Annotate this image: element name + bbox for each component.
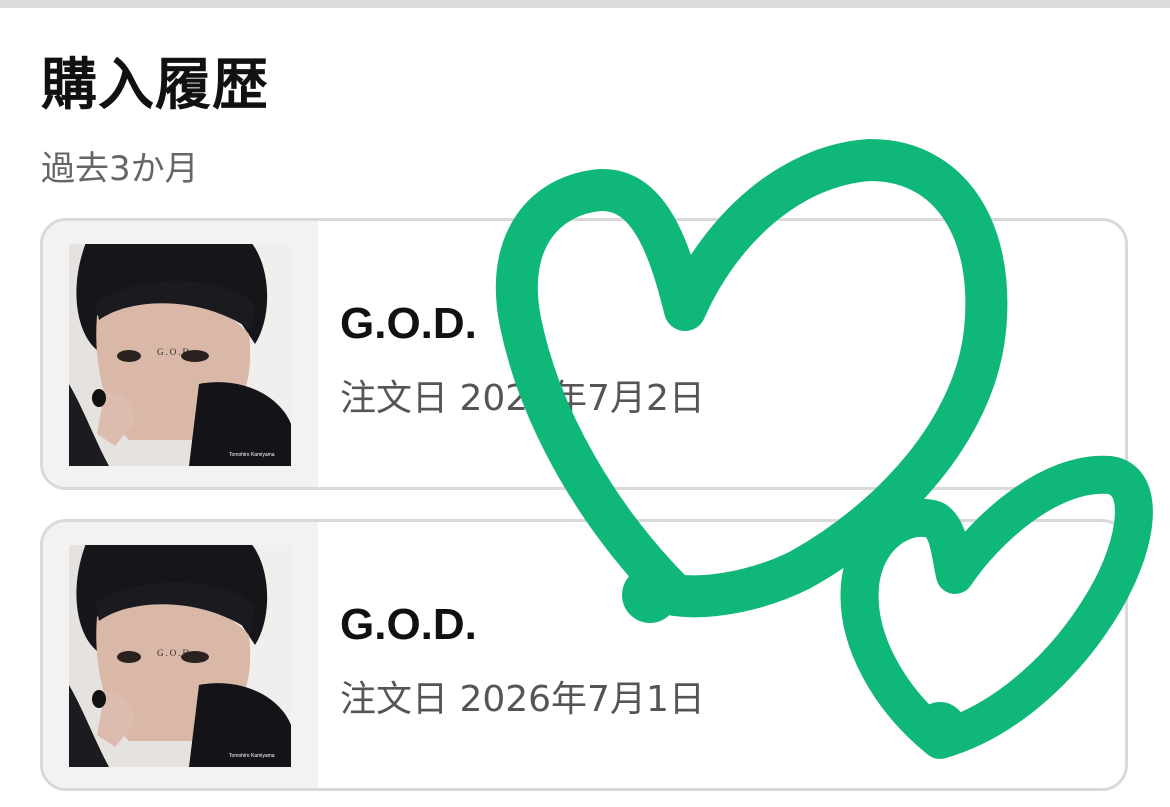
period-label: 過去3か月	[41, 149, 199, 189]
top-strip	[0, 0, 1170, 8]
page-title: 購入履歴	[41, 53, 269, 118]
thumbnail-area: G.O.D. Tomohiro Kamiyama	[43, 221, 318, 487]
album-cover: G.O.D. Tomohiro Kamiyama	[69, 545, 291, 767]
cover-title: G.O.D.	[157, 347, 196, 357]
order-date: 注文日 2026年7月1日	[340, 679, 705, 720]
order-date: 注文日 2026年7月2日	[340, 378, 705, 419]
item-title: G.O.D.	[340, 299, 477, 348]
cover-artist: Tomohiro Kamiyama	[229, 753, 275, 759]
order-card[interactable]: G.O.D. Tomohiro Kamiyama G.O.D. 注文日 2026…	[40, 218, 1128, 490]
thumbnail-area: G.O.D. Tomohiro Kamiyama	[43, 522, 318, 788]
cover-title: G.O.D.	[157, 648, 196, 658]
album-cover: G.O.D. Tomohiro Kamiyama	[69, 244, 291, 466]
cover-artist: Tomohiro Kamiyama	[229, 452, 275, 458]
order-card[interactable]: G.O.D. Tomohiro Kamiyama G.O.D. 注文日 2026…	[40, 519, 1128, 791]
item-title: G.O.D.	[340, 600, 477, 649]
